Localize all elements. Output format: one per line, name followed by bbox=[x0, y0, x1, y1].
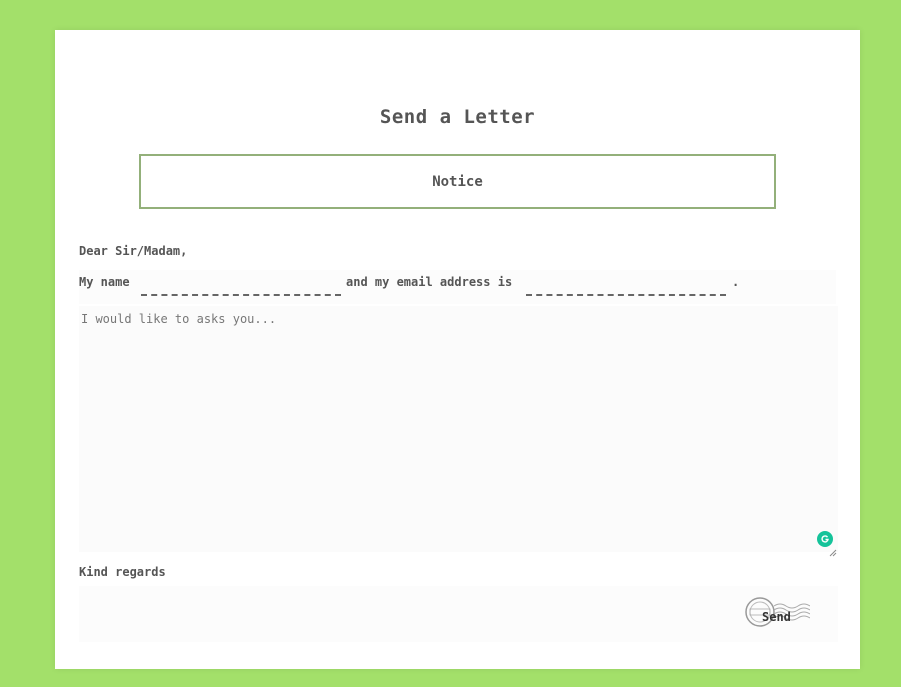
send-button-label: Send bbox=[762, 610, 791, 624]
send-button[interactable]: Send bbox=[744, 596, 812, 628]
name-email-line: My name and my email address is . bbox=[79, 270, 836, 304]
notice-box: Notice bbox=[139, 154, 776, 209]
message-textarea[interactable] bbox=[79, 306, 838, 552]
name-prefix-text: My name bbox=[79, 275, 130, 289]
resize-handle-icon[interactable] bbox=[829, 542, 837, 557]
closing-text: Kind regards bbox=[79, 565, 166, 579]
letter-paper: Send a Letter Notice Dear Sir/Madam, My … bbox=[55, 30, 860, 669]
footer-area bbox=[79, 586, 838, 642]
sentence-period: . bbox=[732, 275, 740, 289]
email-prefix-text: and my email address is bbox=[346, 275, 513, 289]
notice-label: Notice bbox=[432, 173, 483, 190]
name-field[interactable] bbox=[141, 276, 341, 296]
page-title: Send a Letter bbox=[379, 106, 536, 128]
salutation: Dear Sir/Madam, bbox=[79, 244, 188, 258]
email-field[interactable] bbox=[526, 276, 726, 296]
